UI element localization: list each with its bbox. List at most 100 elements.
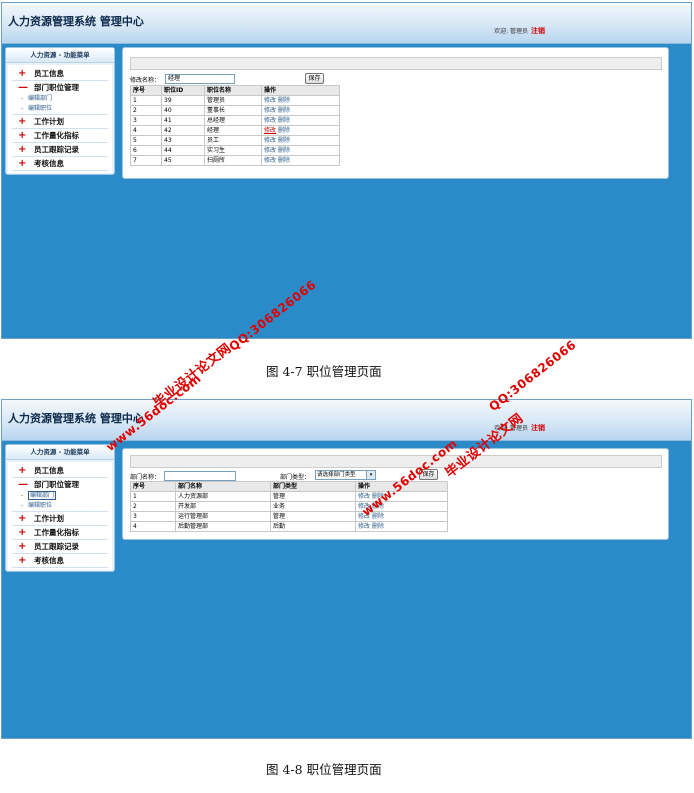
delete-link[interactable]: 删除 [278,127,290,134]
table-cell: 后勤 [270,521,356,532]
menu-label: 员工跟踪记录 [34,145,79,154]
menu-label: 工作计划 [34,514,64,523]
edit-name-label: 修改名称： [130,77,161,84]
menu-employee-info[interactable]: + 员工信息 [12,67,108,81]
expand-plus-icon: + [18,68,27,79]
menu-work-plan[interactable]: + 工作计划 [12,115,108,129]
header-bar: 人力资源管理系统 管理中心 欢迎: 管理员 注销 [2,3,691,44]
dept-name-input[interactable] [164,471,236,481]
menu-assessment[interactable]: + 考核信息 [12,157,108,171]
sidebar: 人力资源 - 功能菜单 + 员工信息 — 部门职位管理 - 编辑部门 - 编辑职位 + 工… [5,444,115,572]
table-row: 1 39 管理员 修改 删除 [130,95,340,106]
menu-work-metrics[interactable]: + 工作量化指标 [12,129,108,143]
delete-link[interactable]: 删除 [278,137,290,144]
content-panel: 修改名称： 经理 保存 序号 职位ID 职位名称 操作 1 39 管理员 修改 删除 2 4… [122,47,669,179]
table-cell: 7 [130,155,162,166]
edit-link[interactable]: 修改 [264,147,276,154]
table-cell: 扫厕所 [204,155,262,166]
menu-dept-position[interactable]: — 部门职位管理 [12,81,108,94]
col-header: 部门类型 [270,481,356,492]
select-value: 请选择部门类型 [317,472,356,478]
table-cell: 42 [161,125,205,136]
logout-link[interactable]: 注销 [531,26,545,36]
toolbar-strip [130,57,662,70]
delete-link[interactable]: 删除 [278,157,290,164]
table-cell: 6 [130,145,162,156]
table-cell: 1 [130,95,162,106]
submenu-edit-dept[interactable]: - 编辑部门 [8,94,112,104]
table-cell: 5 [130,135,162,146]
edit-link[interactable]: 修改 [264,157,276,164]
delete-link[interactable]: 删除 [278,117,290,124]
table-cell: 3 [130,511,176,522]
menu-employee-tracking[interactable]: + 员工跟踪记录 [12,143,108,157]
expand-plus-icon: + [18,513,27,524]
submenu-label: 编辑部门 [28,95,53,102]
actions-cell: 修改 删除 [261,95,340,106]
table-cell: 后勤管理部 [175,521,271,532]
actions-cell: 修改 删除 [261,115,340,126]
table-row: 2 40 董事长 修改 删除 [130,105,340,116]
expand-plus-icon: + [18,116,27,127]
table-row: 3 41 总经理 修改 删除 [130,115,340,126]
table-cell: 实习生 [204,145,262,156]
edit-link[interactable]: 修改 [264,137,276,144]
table-cell: 业务 [270,501,356,512]
menu-assessment[interactable]: + 考核信息 [12,554,108,568]
col-header: 部门名称 [175,481,271,492]
edit-link[interactable]: 修改 [264,127,276,134]
position-table: 序号 职位ID 职位名称 操作 1 39 管理员 修改 删除 2 40 董事长 修改 删除 3 41 总… [130,85,340,166]
menu-label: 考核信息 [34,556,64,565]
table-cell: 管理 [270,511,356,522]
menu-work-metrics[interactable]: + 工作量化指标 [12,526,108,540]
menu-dept-position[interactable]: — 部门职位管理 [12,478,108,491]
table-cell: 董事长 [204,105,262,116]
delete-link[interactable]: 删除 [278,107,290,114]
menu-work-plan[interactable]: + 工作计划 [12,512,108,526]
edit-link[interactable]: 修改 [358,493,370,500]
submenu-edit-position[interactable]: - 编辑职位 [12,104,108,115]
dept-name-label: 部门名称： [130,474,161,481]
delete-link[interactable]: 删除 [278,147,290,154]
table-cell: 41 [161,115,205,126]
table-cell: 总经理 [204,115,262,126]
menu-label: 员工信息 [34,466,64,475]
col-header: 序号 [130,481,176,492]
dash-icon: - [21,502,24,509]
dept-type-label: 部门类型： [280,474,311,481]
figure-caption-1: 图 4-7 职位管理页面 [266,364,382,379]
logout-link[interactable]: 注销 [531,423,545,433]
dept-type-select[interactable]: 请选择部门类型 ▾ [315,470,376,480]
col-header: 职位名称 [204,85,262,96]
edit-name-input[interactable]: 经理 [165,74,235,84]
expand-plus-icon: + [18,555,27,566]
table-row: 4 后勤管理部 后勤 修改 删除 [130,521,448,532]
app-title: 人力资源管理系统 管理中心 [8,412,144,425]
submenu-edit-position[interactable]: - 编辑职位 [12,501,108,512]
delete-link[interactable]: 删除 [372,523,384,530]
table-row: 2 开发部 业务 修改 删除 [130,501,448,512]
table-cell: 管理 [270,491,356,502]
save-button[interactable]: 保存 [305,73,324,84]
expand-plus-icon: + [18,465,27,476]
menu-employee-info[interactable]: + 员工信息 [12,464,108,478]
screenshot-position-management: 人力资源管理系统 管理中心 欢迎: 管理员 注销 人力资源 - 功能菜单 + 员工… [1,2,692,339]
edit-link[interactable]: 修改 [264,117,276,124]
menu-label: 考核信息 [34,159,64,168]
delete-link[interactable]: 删除 [278,97,290,104]
table-row: 5 43 员工 修改 删除 [130,135,340,146]
figure-caption-2: 图 4-8 职位管理页面 [266,762,382,777]
sidebar-title: 人力资源 - 功能菜单 [6,445,114,460]
expand-plus-icon: + [18,541,27,552]
menu-label: 部门职位管理 [34,480,79,489]
submenu-edit-dept[interactable]: - 编辑部门 [8,491,112,501]
menu-label: 员工信息 [34,69,64,78]
edit-link[interactable]: 修改 [264,97,276,104]
menu-label: 工作计划 [34,117,64,126]
sidebar-title: 人力资源 - 功能菜单 [6,48,114,63]
edit-link[interactable]: 修改 [358,523,370,530]
menu-label: 工作量化指标 [34,131,79,140]
edit-link[interactable]: 修改 [264,107,276,114]
menu-label: 员工跟踪记录 [34,542,79,551]
menu-employee-tracking[interactable]: + 员工跟踪记录 [12,540,108,554]
